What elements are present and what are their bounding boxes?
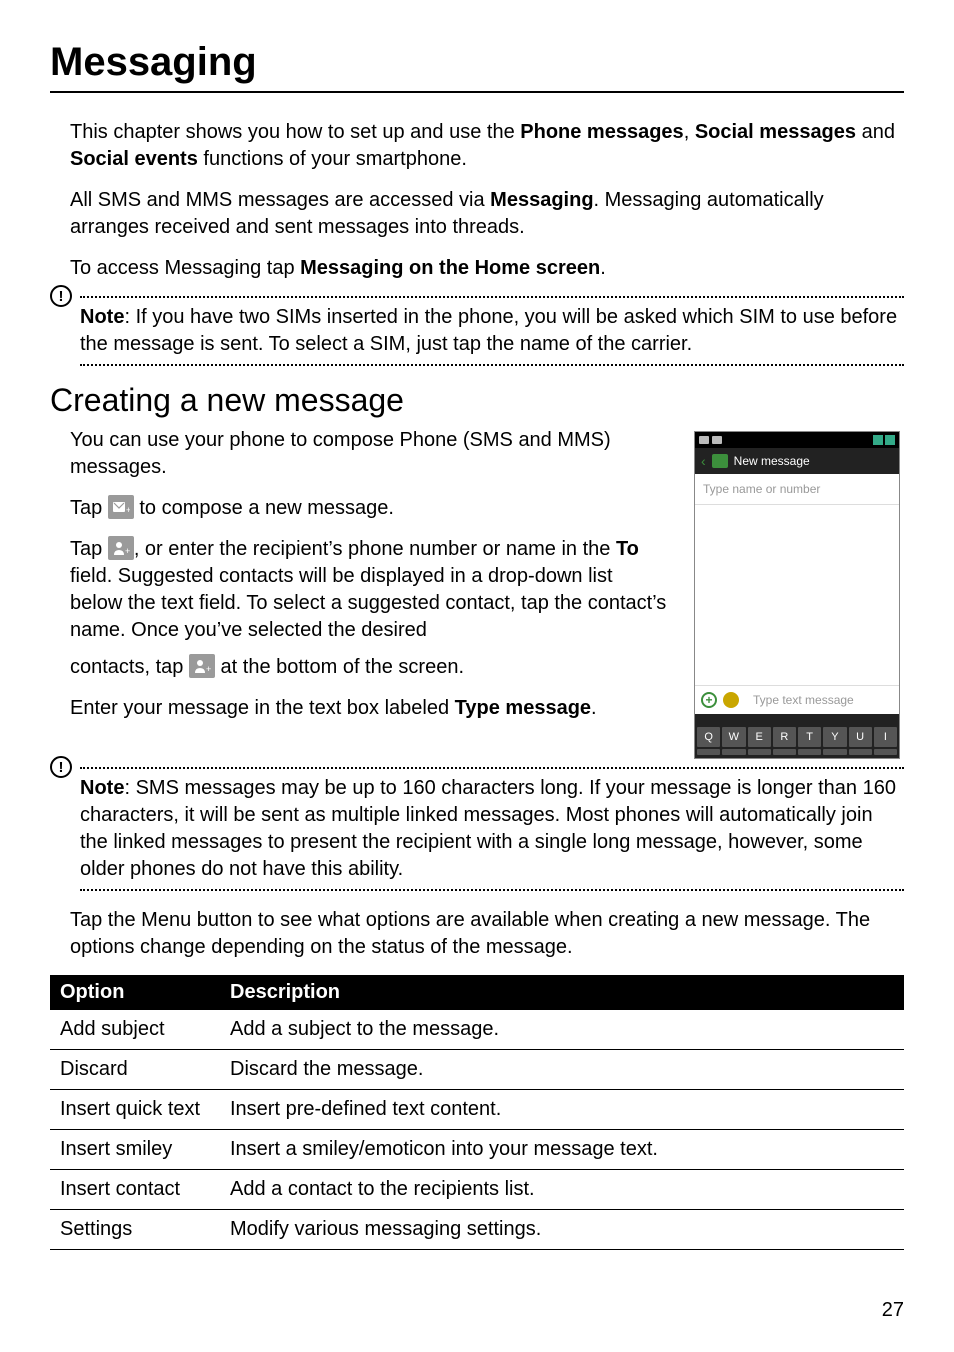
- cell: Insert contact: [50, 1170, 220, 1210]
- section-title: Creating a new message: [50, 382, 904, 419]
- add-contact-icon: +: [189, 654, 215, 678]
- intro-paragraph-2: All SMS and MMS messages are accessed vi…: [70, 187, 904, 241]
- keyboard-key[interactable]: Y: [823, 727, 846, 747]
- text: , or enter the recipient’s phone number …: [134, 538, 616, 560]
- table-row: DiscardDiscard the message.: [50, 1050, 904, 1090]
- keyboard-key[interactable]: Q: [697, 727, 720, 747]
- table-row: Insert quick textInsert pre-defined text…: [50, 1090, 904, 1130]
- phone-body: [695, 505, 899, 685]
- text: All SMS and MMS messages are accessed vi…: [70, 189, 490, 211]
- page-number: 27: [882, 1299, 904, 1322]
- section-paragraph-3: Tap + , or enter the recipient’s phone n…: [70, 536, 670, 644]
- text: and: [856, 121, 895, 143]
- table-row: SettingsModify various messaging setting…: [50, 1210, 904, 1250]
- phone-status-bar: [695, 432, 899, 448]
- svg-text:+: +: [126, 505, 130, 514]
- text: Type message: [455, 697, 591, 719]
- text: Social messages: [695, 121, 856, 143]
- keyboard-key[interactable]: R: [773, 727, 796, 747]
- cell: Insert quick text: [50, 1090, 220, 1130]
- cell: Insert pre-defined text content.: [220, 1090, 904, 1130]
- text: contacts, tap: [70, 656, 189, 678]
- add-contact-icon: +: [108, 536, 134, 560]
- section-paragraph-1: You can use your phone to compose Phone …: [70, 427, 670, 481]
- cell: Discard the message.: [220, 1050, 904, 1090]
- title-rule: [50, 91, 904, 93]
- text: .: [600, 257, 606, 279]
- dashed-rule: [80, 767, 904, 769]
- text: Messaging: [490, 189, 593, 211]
- table-header-description: Description: [220, 975, 904, 1010]
- phone-title: New message: [734, 454, 810, 468]
- text: : SMS messages may be up to 160 characte…: [80, 777, 896, 880]
- note-text: Note: SMS messages may be up to 160 char…: [80, 775, 904, 883]
- text: Tap: [70, 497, 108, 519]
- keyboard-key[interactable]: I: [874, 727, 897, 747]
- cell: Insert smiley: [50, 1130, 220, 1170]
- text: This chapter shows you how to set up and…: [70, 121, 520, 143]
- text: To: [616, 538, 639, 560]
- after-note-paragraph: Tap the Menu button to see what options …: [70, 907, 904, 961]
- dashed-rule: [80, 364, 904, 366]
- text: .: [591, 697, 597, 719]
- phone-keyboard-row: Q W E R T Y U I: [695, 724, 899, 749]
- options-table: Option Description Add subjectAdd a subj…: [50, 975, 904, 1250]
- phone-screenshot: ‹ New message Type name or number + Type…: [694, 431, 900, 759]
- page-title: Messaging: [50, 40, 904, 85]
- section-paragraph-2: Tap + to compose a new message.: [70, 495, 670, 522]
- section-paragraph-4: contacts, tap + at the bottom of the scr…: [70, 654, 670, 681]
- keyboard-key[interactable]: W: [722, 727, 745, 747]
- cell: Insert a smiley/emoticon into your messa…: [220, 1130, 904, 1170]
- intro-paragraph-3: To access Messaging tap Messaging on the…: [70, 255, 904, 282]
- table-row: Insert contactAdd a contact to the recip…: [50, 1170, 904, 1210]
- text: To access Messaging tap: [70, 257, 300, 279]
- cell: Settings: [50, 1210, 220, 1250]
- table-row: Insert smileyInsert a smiley/emoticon in…: [50, 1130, 904, 1170]
- intro-paragraph-1: This chapter shows you how to set up and…: [70, 119, 904, 173]
- text: Phone messages: [520, 121, 683, 143]
- text: to compose a new message.: [134, 497, 394, 519]
- attach-icon[interactable]: +: [701, 692, 717, 708]
- svg-text:+: +: [125, 546, 130, 556]
- text: : If you have two SIMs inserted in the p…: [80, 306, 897, 355]
- text: Enter your message in the text box label…: [70, 697, 455, 719]
- phone-app-bar: ‹ New message: [695, 448, 899, 474]
- table-row: Add subjectAdd a subject to the message.: [50, 1010, 904, 1050]
- note-label: Note: [80, 306, 124, 328]
- note-block-2: ! Note: SMS messages may be up to 160 ch…: [50, 767, 904, 891]
- text: Social events: [70, 148, 198, 170]
- cell: Add a subject to the message.: [220, 1010, 904, 1050]
- back-icon[interactable]: ‹: [701, 454, 706, 468]
- phone-compose-bar: + Type text message: [695, 685, 899, 714]
- phone-keyboard-row2: [695, 749, 899, 758]
- note-text: Note: If you have two SIMs inserted in t…: [80, 304, 904, 358]
- text: field. Suggested contacts will be displa…: [70, 565, 666, 641]
- text: functions of your smartphone.: [198, 148, 467, 170]
- dashed-rule: [80, 889, 904, 891]
- message-input[interactable]: Type text message: [745, 693, 893, 707]
- text: Tap: [70, 538, 108, 560]
- emoji-icon[interactable]: [723, 692, 739, 708]
- cell: Add subject: [50, 1010, 220, 1050]
- text: at the bottom of the screen.: [215, 656, 464, 678]
- compose-icon: +: [108, 495, 134, 519]
- alert-icon: !: [50, 285, 72, 307]
- cell: Discard: [50, 1050, 220, 1090]
- cell: Add a contact to the recipients list.: [220, 1170, 904, 1210]
- cell: Modify various messaging settings.: [220, 1210, 904, 1250]
- keyboard-key[interactable]: E: [748, 727, 771, 747]
- dashed-rule: [80, 296, 904, 298]
- alert-icon: !: [50, 756, 72, 778]
- note-block-1: ! Note: If you have two SIMs inserted in…: [50, 296, 904, 366]
- message-icon: [712, 454, 728, 468]
- keyboard-key[interactable]: U: [849, 727, 872, 747]
- note-label: Note: [80, 777, 124, 799]
- text: ,: [684, 121, 695, 143]
- recipient-input[interactable]: Type name or number: [695, 474, 899, 505]
- section-paragraph-5: Enter your message in the text box label…: [70, 695, 670, 722]
- table-header-option: Option: [50, 975, 220, 1010]
- svg-text:+: +: [206, 664, 211, 674]
- keyboard-key[interactable]: T: [798, 727, 821, 747]
- text: Messaging on the Home screen: [300, 257, 600, 279]
